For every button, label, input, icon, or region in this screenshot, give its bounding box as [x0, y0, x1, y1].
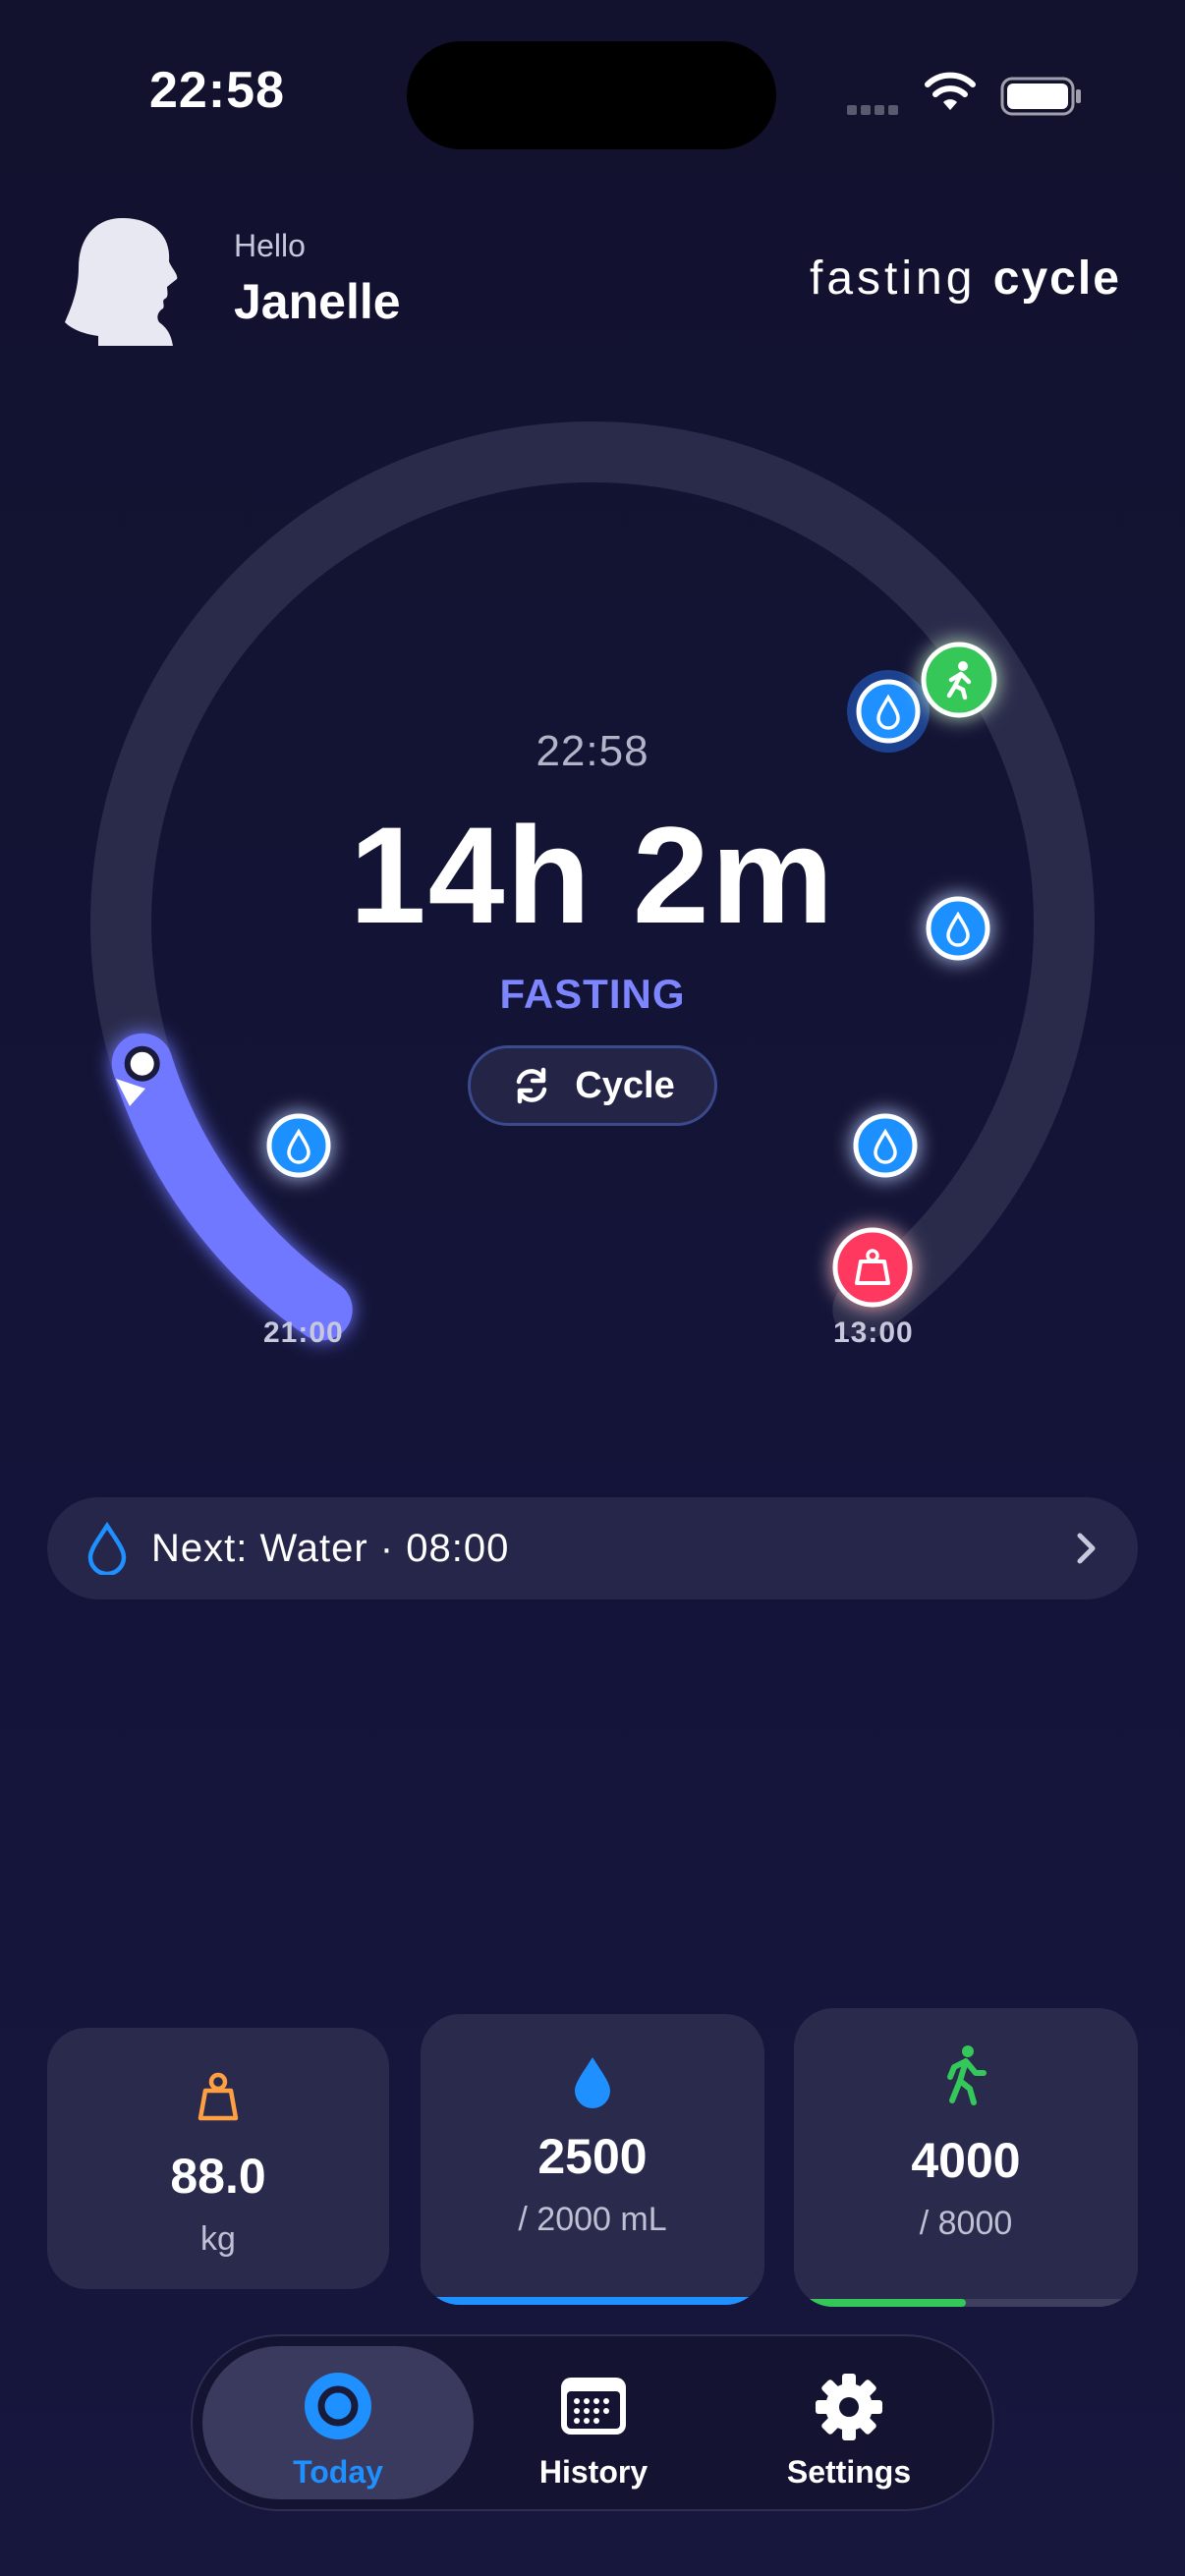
weight-icon: [198, 2072, 239, 2121]
refresh-icon: [517, 1067, 547, 1104]
weight-card[interactable]: 88.0 kg: [47, 2028, 389, 2289]
water-marker-icon[interactable]: [266, 1113, 331, 1178]
dial-progress-handle[interactable]: [124, 1045, 160, 1082]
water-goal: / 2000 mL: [518, 2201, 667, 2238]
steps-marker-icon[interactable]: [921, 642, 997, 718]
fasting-state: FASTING: [499, 971, 686, 1017]
greeting-text: Hello: [234, 228, 306, 263]
user-name: Janelle: [234, 274, 401, 329]
cycle-mode-button[interactable]: Cycle: [468, 1045, 717, 1126]
weight-value: 88.0: [170, 2149, 266, 2204]
steps-goal: / 8000: [919, 2205, 1013, 2242]
water-drop-icon: [575, 2057, 610, 2108]
status-time: 22:58: [149, 62, 285, 119]
today-ring-icon: [305, 2373, 371, 2439]
cycle-button-label: Cycle: [575, 1064, 675, 1106]
water-progress-fill: [421, 2297, 764, 2305]
tab-today[interactable]: Today: [202, 2346, 474, 2499]
tab-settings[interactable]: Settings: [713, 2346, 985, 2499]
weight-unit: kg: [200, 2220, 236, 2258]
walking-icon: [947, 2045, 987, 2105]
cellular-signal-icon: [847, 102, 902, 120]
gear-icon: [816, 2374, 882, 2440]
weight-marker-icon[interactable]: [832, 1227, 913, 1308]
fasting-duration: 14h 2m: [349, 798, 836, 952]
water-progress-track: [421, 2297, 764, 2305]
water-drop-icon: [87, 1522, 127, 1575]
chevron-right-icon: [1077, 1533, 1096, 1564]
next-event-text: Next: Water · 08:00: [151, 1526, 510, 1570]
wifi-icon: [925, 72, 976, 110]
fasting-start-time: 21:00: [263, 1316, 344, 1349]
tab-bar: Today History Settings: [191, 2334, 994, 2511]
steps-value: 4000: [911, 2133, 1021, 2188]
tab-label: History: [538, 2454, 649, 2490]
brand-logo-bold: cycle: [992, 252, 1121, 305]
tab-label: Today: [293, 2454, 383, 2490]
tab-label: Settings: [786, 2454, 912, 2490]
calendar-icon: [561, 2378, 626, 2435]
steps-card[interactable]: 4000 / 8000: [794, 2008, 1138, 2307]
steps-progress-track: [794, 2299, 1138, 2307]
dynamic-island: [407, 41, 776, 149]
dial-progress-arc: [111, 1033, 353, 1341]
next-event-bar[interactable]: Next: Water · 08:00: [47, 1497, 1138, 1599]
fasting-end-time: 13:00: [833, 1316, 914, 1349]
steps-progress-fill: [794, 2299, 966, 2307]
water-marker-icon[interactable]: [853, 1113, 918, 1178]
brand-logo-light: fasting: [810, 252, 977, 305]
dial-current-time: 22:58: [536, 727, 649, 775]
water-value: 2500: [537, 2129, 648, 2184]
brand-logo: fasting cycle: [810, 252, 1121, 306]
avatar[interactable]: [65, 214, 189, 346]
tab-history[interactable]: History: [458, 2346, 729, 2499]
water-card[interactable]: 2500 / 2000 mL: [421, 2014, 764, 2305]
battery-icon: [1000, 77, 1081, 116]
